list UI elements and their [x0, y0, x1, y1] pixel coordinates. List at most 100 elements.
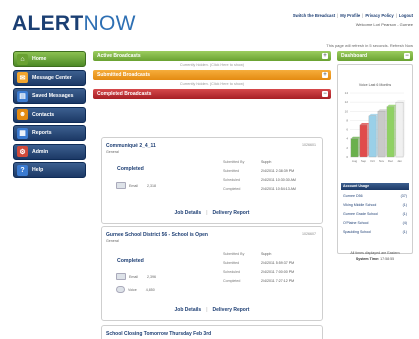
- y-tick-label: 10: [345, 109, 349, 113]
- switch-broadcast-link[interactable]: Switch the Breadcast: [293, 13, 335, 18]
- broadcast-title[interactable]: School Closing Tomorrow Thursday Feb 3rd: [106, 331, 211, 337]
- card-links: Job Details | Delivery Report: [174, 307, 250, 313]
- channel-count: 2,318: [147, 183, 156, 188]
- dashboard-header[interactable]: Dashboard −: [337, 51, 413, 61]
- y-tick-label: 2: [346, 146, 348, 150]
- usage-row[interactable]: Gurnee D56 (37): [341, 192, 409, 200]
- channel-email: Email 2,396: [116, 273, 156, 280]
- help-icon: ?: [17, 164, 28, 176]
- x-tick-label: Sep: [361, 159, 367, 163]
- meta-key: Completed: [223, 187, 241, 191]
- my-profile-link[interactable]: My Profile: [340, 13, 360, 18]
- nav-saved-messages[interactable]: ▤ Saved Messages: [13, 88, 86, 104]
- active-broadcasts-label: Active Broadcasts: [97, 53, 141, 59]
- usage-count: (1): [402, 203, 407, 207]
- nav-help[interactable]: ? Help: [13, 162, 86, 178]
- system-time-label: System Time:: [355, 257, 380, 261]
- chart-bar: [386, 106, 395, 158]
- logo-alert: ALERT: [12, 12, 84, 35]
- nav-reports[interactable]: ▦ Reports: [13, 125, 86, 141]
- nav-reports-label: Reports: [32, 130, 52, 136]
- nav-contacts-label: Contacts: [32, 111, 55, 118]
- admin-icon: ⚙: [17, 146, 28, 157]
- dashboard-label: Dashboard: [341, 53, 368, 59]
- broadcast-title[interactable]: Communiqué 2_4_11: [106, 143, 156, 149]
- refresh-note[interactable]: This page will refresh in 5 seconds. Ref…: [326, 43, 413, 48]
- y-tick-label: 12: [345, 100, 349, 104]
- broadcast-card: School Closing Tomorrow Thursday Feb 3rd: [101, 325, 323, 339]
- privacy-policy-link[interactable]: Privacy Policy: [365, 13, 393, 18]
- nav-message-center-label: Message Center: [32, 74, 72, 81]
- nav-help-label: Help: [32, 167, 44, 173]
- bar-side: [403, 100, 406, 157]
- usage-count: (37): [400, 194, 407, 198]
- usage-name: O'Plaine School: [343, 221, 369, 225]
- meta-value: 2/4/2011 2:38:39 PM: [261, 169, 295, 173]
- usage-count: (4): [402, 221, 407, 225]
- submitted-broadcasts-toggle[interactable]: Currently hidden. (Click Here to show): [93, 80, 331, 89]
- welcome-text: Welcome Lori Pearson - Gurnee: [355, 22, 413, 27]
- broadcast-title[interactable]: Gurnee School District 56 - School is Op…: [106, 232, 208, 238]
- active-broadcasts-toggle[interactable]: Currently hidden. (Click Here to show): [93, 61, 331, 70]
- meta-key: Submitted: [223, 169, 240, 173]
- alertnow-logo: ALERTNOW: [12, 12, 136, 36]
- x-tick-label: Nov: [379, 159, 385, 163]
- broadcast-meta: Submitted By Supph Submitted 2/4/2011 5:59…: [223, 250, 294, 286]
- job-details-link[interactable]: Job Details: [175, 307, 202, 313]
- job-details-link[interactable]: Job Details: [175, 210, 202, 216]
- dashboard-footer: All times displayed are Eastern System T…: [337, 250, 413, 262]
- usage-row[interactable]: Gurnee Grade School (1): [341, 210, 409, 218]
- nav-message-center[interactable]: ✉ Message Center: [13, 69, 86, 86]
- broadcast-card: Communiqué 2_4_11 1026601 General Comple…: [101, 137, 323, 224]
- nav-saved-messages-label: Saved Messages: [32, 93, 74, 99]
- x-tick-label: Aug: [352, 159, 358, 163]
- logo-now: NOW: [83, 12, 136, 35]
- account-usage-header: Account Usage: [341, 183, 409, 190]
- delivery-report-link[interactable]: Delivery Report: [213, 210, 250, 216]
- collapse-icon[interactable]: −: [404, 53, 410, 59]
- expand-icon[interactable]: +: [322, 53, 328, 59]
- channel-type: Voice: [128, 287, 137, 292]
- nav-admin[interactable]: ⚙ Admin: [13, 143, 86, 160]
- y-tick-label: 14: [345, 91, 349, 95]
- header-links: Switch the Breadcast | My Profile | Priv…: [292, 13, 413, 18]
- broadcast-category: General: [106, 239, 119, 243]
- chart-bar: [395, 101, 404, 158]
- submitted-broadcasts-label: Submitted Broadcasts: [97, 72, 151, 78]
- broadcast-id: 1026601: [302, 143, 316, 147]
- dashboard-body: Voice Last 6 Months 0 2 4 6 8 10 12 14 Aug Sep Oct…: [337, 64, 413, 254]
- nav-contacts[interactable]: ☻ Contacts: [13, 106, 86, 123]
- completed-broadcasts-header[interactable]: Completed Broadcasts −: [93, 89, 331, 99]
- delivery-report-link[interactable]: Delivery Report: [213, 307, 250, 313]
- nav-admin-label: Admin: [32, 148, 49, 155]
- usage-row[interactable]: Viking Middle School (1): [341, 201, 409, 209]
- home-icon: ⌂: [17, 53, 28, 65]
- meta-key: Submitted By: [223, 252, 245, 256]
- chart-bar: [359, 124, 368, 158]
- meta-key: Submitted: [223, 261, 240, 265]
- nav-home[interactable]: ⌂ Home: [13, 51, 86, 67]
- expand-icon[interactable]: +: [322, 72, 328, 78]
- active-broadcasts-header[interactable]: Active Broadcasts +: [93, 51, 331, 61]
- email-icon: [116, 273, 126, 280]
- channel-type: Email: [129, 274, 138, 279]
- chart-title: Voice Last 6 Months: [358, 83, 392, 87]
- usage-count: (1): [402, 212, 407, 216]
- logout-link[interactable]: Logout: [399, 13, 413, 18]
- usage-row[interactable]: O'Plaine School (4): [341, 219, 409, 227]
- main-content: Active Broadcasts + Currently hidden. (C…: [93, 51, 331, 339]
- meta-value: Supph: [261, 252, 272, 256]
- submitted-broadcasts-header[interactable]: Submitted Broadcasts +: [93, 70, 331, 80]
- meta-key: Scheduled: [223, 270, 240, 274]
- folder-icon: ▤: [17, 90, 28, 102]
- broadcast-status: Completed: [117, 258, 144, 264]
- usage-row[interactable]: Spaulding School (1): [341, 228, 409, 236]
- meta-key: Completed: [223, 279, 241, 283]
- collapse-icon[interactable]: −: [322, 91, 328, 97]
- meta-value: Supph: [261, 160, 272, 164]
- completed-broadcasts-label: Completed Broadcasts: [97, 91, 152, 97]
- y-tick-label: 4: [346, 137, 348, 141]
- channel-email: Email 2,318: [116, 182, 156, 189]
- x-tick-label: Dec: [388, 159, 394, 163]
- megaphone-icon: ✉: [17, 72, 28, 83]
